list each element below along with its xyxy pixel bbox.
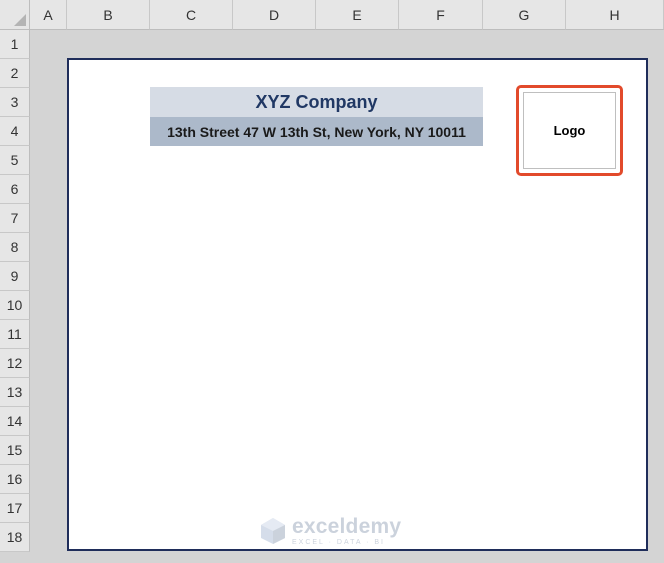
- row-header-9[interactable]: 9: [0, 262, 30, 291]
- watermark-brand: exceldemy: [292, 515, 402, 538]
- column-header-g[interactable]: G: [483, 0, 566, 30]
- select-all-corner[interactable]: [0, 0, 30, 30]
- row-header-17[interactable]: 17: [0, 494, 30, 523]
- row-header-18[interactable]: 18: [0, 523, 30, 552]
- row-header-4[interactable]: 4: [0, 117, 30, 146]
- row-header-16[interactable]: 16: [0, 465, 30, 494]
- select-all-triangle-icon: [14, 14, 26, 26]
- exceldemy-logo-icon: [261, 518, 285, 544]
- row-header-8[interactable]: 8: [0, 233, 30, 262]
- column-header-c[interactable]: C: [150, 0, 233, 30]
- logo-placeholder[interactable]: Logo: [523, 92, 616, 169]
- row-header-11[interactable]: 11: [0, 320, 30, 349]
- column-header-f[interactable]: F: [399, 0, 483, 30]
- logo-highlight-frame: Logo: [516, 85, 623, 176]
- column-header-e[interactable]: E: [316, 0, 399, 30]
- row-header-5[interactable]: 5: [0, 146, 30, 175]
- column-header-h[interactable]: H: [566, 0, 664, 30]
- column-header-b[interactable]: B: [67, 0, 150, 30]
- row-header-10[interactable]: 10: [0, 291, 30, 320]
- company-name-cell[interactable]: XYZ Company: [150, 87, 483, 117]
- watermark-tagline: EXCEL · DATA · BI: [292, 539, 385, 546]
- logo-label: Logo: [553, 123, 586, 138]
- row-header-3[interactable]: 3: [0, 88, 30, 117]
- exceldemy-watermark: exceldemy EXCEL · DATA · BI: [258, 513, 408, 549]
- row-header-12[interactable]: 12: [0, 349, 30, 378]
- row-header-6[interactable]: 6: [0, 175, 30, 204]
- row-header-15[interactable]: 15: [0, 436, 30, 465]
- row-header-14[interactable]: 14: [0, 407, 30, 436]
- row-header-2[interactable]: 2: [0, 59, 30, 88]
- row-header-13[interactable]: 13: [0, 378, 30, 407]
- address-cell[interactable]: 13th Street 47 W 13th St, New York, NY 1…: [150, 117, 483, 146]
- column-header-d[interactable]: D: [233, 0, 316, 30]
- row-header-1[interactable]: 1: [0, 30, 30, 59]
- row-header-7[interactable]: 7: [0, 204, 30, 233]
- column-header-a[interactable]: A: [30, 0, 67, 30]
